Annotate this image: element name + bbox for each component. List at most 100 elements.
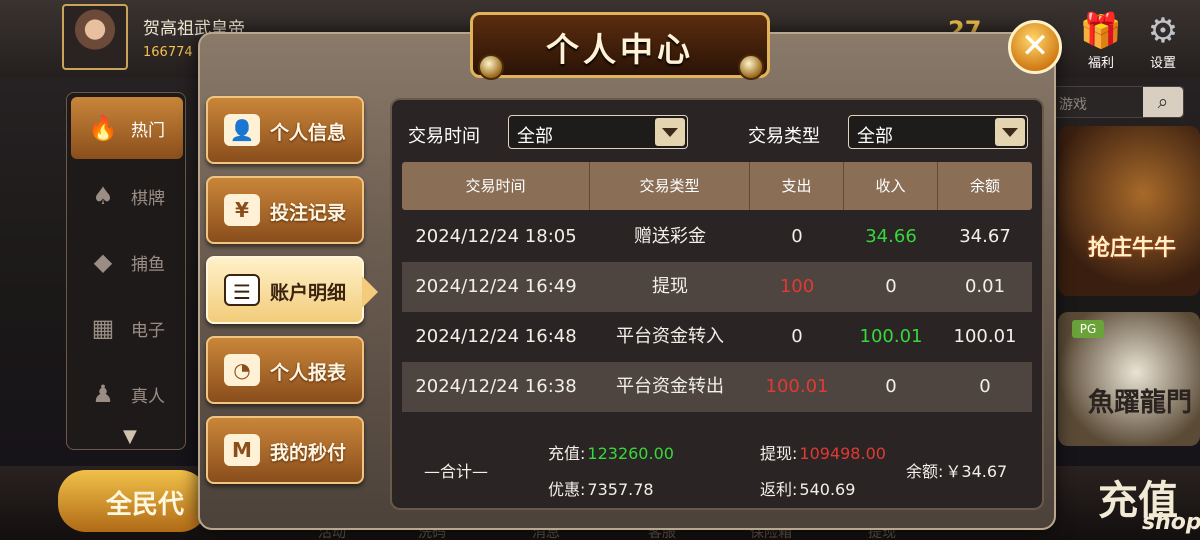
summary-recharge-value: 123260.00 [587,444,674,463]
summary-discount-label: 优惠: [548,480,586,499]
cell-expense: 100.01 [765,376,829,397]
search-icon[interactable]: ⌕ [1143,87,1183,117]
agent-label: 全民代 [106,490,185,520]
sidebar-item-slots[interactable]: ▦ 电子 [71,297,183,359]
slot-icon: ▦ [91,314,115,342]
summary-withdraw-value: 109498.00 [799,444,886,463]
menu-account-details[interactable]: ☰ 账户明细 [206,256,378,324]
game-card-label: 魚躍龍門 [1088,388,1193,418]
chevron-down-icon[interactable]: ▼ [123,426,137,447]
summary-discount: 优惠: 7357.78 [548,476,654,500]
cell-time: 2024/12/24 16:38 [415,376,577,397]
user-icon: 👤 [224,114,260,146]
sidebar-item-cards[interactable]: ♠ 棋牌 [71,165,183,227]
game-search[interactable]: 游戏 ⌕ [1052,86,1184,118]
sidebar-item-fish[interactable]: ◆ 捕鱼 [71,231,183,293]
dialog-title-plate: 个人中心 [470,12,770,78]
sidebar-item-live[interactable]: ♟ 真人 [71,363,183,425]
cell-time: 2024/12/24 16:49 [415,276,577,297]
table-row: 2024/12/24 18:05 赠送彩金 0 34.66 34.67 [402,212,1032,262]
cell-balance: 34.67 [959,226,1011,247]
dialog-title: 个人中心 [546,30,694,69]
category-sidebar: 🔥 热门 ♠ 棋牌 ◆ 捕鱼 ▦ 电子 ♟ 真人 ▼ [66,92,186,450]
agent-button[interactable]: 全民代 [58,470,208,532]
header-income: 收入 [844,162,938,210]
menu-label: 投注记录 [270,202,347,224]
close-button[interactable]: ✕ [1008,20,1062,74]
menu-label: 个人信息 [270,122,347,144]
report-icon: ◔ [224,354,260,386]
game-card-niuniu[interactable]: 抢庄牛牛 [1058,126,1200,296]
type-filter-label: 交易类型 [748,126,820,147]
type-filter-value: 全部 [857,126,893,147]
summary-balance-value: ￥34.67 [945,462,1008,481]
header-time: 交易时间 [402,162,590,210]
sidebar-item-label: 捕鱼 [131,254,165,275]
cell-income: 100.01 [859,326,923,347]
time-filter-value: 全部 [517,126,553,147]
summary-rebate: 返利: 540.69 [760,476,855,500]
cell-type: 赠送彩金 [634,226,706,247]
rivet-icon [738,54,764,80]
summary-withdraw-label: 提现: [760,444,798,463]
chevron-down-icon[interactable] [655,118,685,146]
cell-balance: 0.01 [964,276,1006,297]
shop-label: shop [1142,510,1200,535]
menu-personal-info[interactable]: 👤 个人信息 [206,96,364,164]
menu-label: 我的秒付 [270,442,347,464]
cell-income: 0 [885,376,897,397]
cell-balance: 100.01 [953,326,1017,347]
menu-personal-report[interactable]: ◔ 个人报表 [206,336,364,404]
menu-quick-pay[interactable]: M 我的秒付 [206,416,364,484]
table-row: 2024/12/24 16:49 提现 100 0 0.01 [402,262,1032,312]
time-filter-select[interactable]: 全部 [508,115,688,149]
header-balance: 余额 [969,177,1000,195]
table-row: 2024/12/24 16:48 平台资金转入 0 100.01 100.01 [402,312,1032,362]
game-card-label: 抢庄牛牛 [1088,236,1177,261]
hot-icon: 🔥 [88,114,118,142]
settings-button[interactable]: ⚙ 设置 [1138,10,1188,71]
cell-time: 2024/12/24 16:48 [415,326,577,347]
summary-label: —合计— [424,462,489,481]
settings-label: 设置 [1149,56,1176,71]
summary-rebate-value: 540.69 [799,480,856,499]
sidebar-item-label: 棋牌 [131,188,165,209]
menu-bet-records[interactable]: ¥ 投注记录 [206,176,364,244]
menu-label: 账户明细 [270,282,347,304]
cell-type: 提现 [652,276,688,297]
time-filter-label: 交易时间 [408,126,480,147]
user-id: 166774 [143,45,193,60]
account-detail-icon: ☰ [224,274,260,306]
table-header: 交易时间 交易类型 支出 收入 余额 [402,162,1032,210]
cell-balance: 0 [979,376,991,397]
cell-income: 34.66 [865,226,917,247]
gift-label: 福利 [1087,56,1114,71]
gift-button[interactable]: 🎁 福利 [1076,10,1126,71]
summary-balance-label: 余额: [906,462,944,481]
cards-icon: ♠ [92,182,114,210]
pg-badge: PG [1072,320,1104,338]
header-expense: 支出 [750,162,844,210]
cell-expense: 100 [779,276,815,297]
avatar[interactable] [62,4,128,70]
rivet-icon [478,54,504,80]
cell-type: 平台资金转入 [616,326,724,347]
summary-discount-value: 7357.78 [587,480,654,499]
quick-pay-icon: M [224,434,260,466]
summary-withdraw: 提现: 109498.00 [760,440,886,464]
sidebar-item-label: 真人 [131,386,165,407]
recharge-shop-button[interactable]: 充值 shop [1052,456,1200,540]
sidebar-item-hot[interactable]: 🔥 热门 [71,97,183,159]
dealer-icon: ♟ [92,380,114,408]
cell-time: 2024/12/24 18:05 [415,226,577,247]
search-input[interactable]: 游戏 [1059,94,1087,114]
type-filter-select[interactable]: 全部 [848,115,1028,149]
gift-icon: 🎁 [1079,11,1123,51]
game-card-dragon-legend[interactable]: PG 魚躍龍門 [1058,312,1200,446]
header-type: 交易类型 [590,162,750,210]
fish-icon: ◆ [93,248,113,276]
chevron-down-icon[interactable] [995,118,1025,146]
summary-rebate-label: 返利: [760,480,798,499]
summary-recharge: 充值: 123260.00 [548,440,674,464]
gear-icon: ⚙ [1147,11,1179,51]
